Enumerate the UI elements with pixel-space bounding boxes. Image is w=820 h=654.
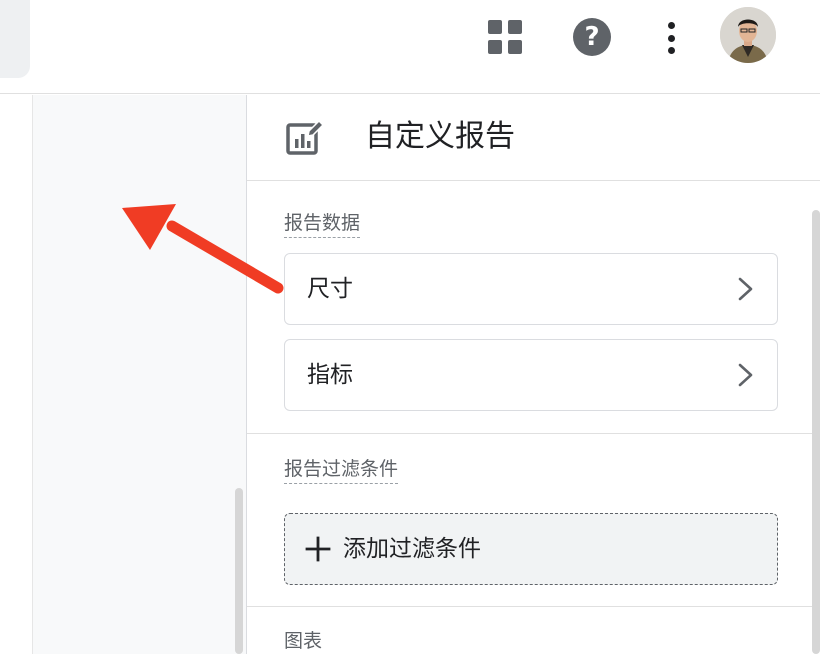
metrics-label: 指标	[307, 362, 353, 388]
chevron-right-icon	[738, 363, 753, 387]
report-filters-label: 报告过滤条件	[284, 456, 399, 484]
report-data-label: 报告数据	[284, 210, 361, 238]
report-edit-icon	[286, 119, 325, 155]
add-filter-button[interactable]: 添加过滤条件	[284, 513, 778, 585]
search-bar-edge[interactable]	[0, 0, 30, 78]
panel-title: 自定义报告	[365, 119, 515, 154]
report-canvas	[32, 95, 246, 654]
help-icon[interactable]: ?	[573, 18, 611, 56]
panel-scrollbar[interactable]	[812, 210, 820, 654]
top-app-bar: ?	[0, 0, 820, 94]
chart-section-label: 图表	[284, 630, 323, 652]
custom-report-panel: 自定义报告 报告数据 尺寸 指标 报告过滤条件 添加过滤条件 图表	[246, 95, 820, 654]
add-filter-label: 添加过滤条件	[343, 536, 481, 562]
more-vert-icon[interactable]	[664, 22, 678, 54]
dimensions-label: 尺寸	[307, 276, 353, 302]
section-divider	[247, 606, 813, 607]
plus-icon	[305, 536, 331, 562]
dimensions-row[interactable]: 尺寸	[284, 253, 778, 325]
canvas-scrollbar[interactable]	[235, 488, 243, 654]
section-divider	[247, 433, 813, 434]
avatar[interactable]	[720, 7, 776, 63]
metrics-row[interactable]: 指标	[284, 339, 778, 411]
apps-grid-icon[interactable]	[488, 20, 522, 54]
panel-header: 自定义报告	[247, 95, 820, 181]
chevron-right-icon	[738, 277, 753, 301]
